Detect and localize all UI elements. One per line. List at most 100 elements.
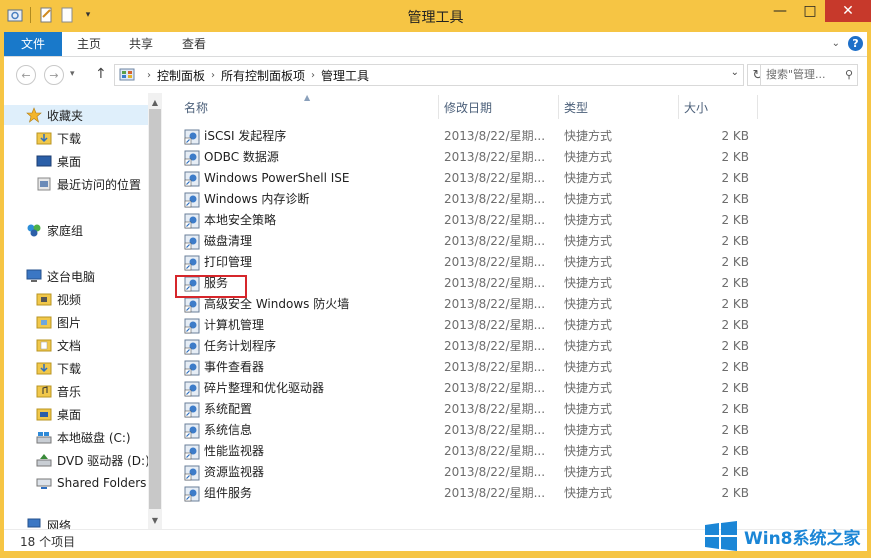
list-item[interactable]: Windows PowerShell ISE 2013/8/22/星期... 快捷方… — [172, 168, 862, 189]
nav-item-dvd-drive[interactable]: DVD 驱动器 (D:) — [36, 450, 150, 470]
file-name[interactable]: 系统信息 — [184, 420, 252, 441]
list-item[interactable]: 组件服务 2013/8/22/星期... 快捷方式 2 KB — [172, 483, 862, 504]
breadcrumb-control-panel[interactable]: 控制面板 — [157, 67, 205, 84]
column-header-size[interactable]: 大小 — [684, 95, 708, 121]
file-name[interactable]: 系统配置 — [184, 399, 252, 420]
nav-item-documents[interactable]: 文档 — [36, 335, 81, 355]
list-item[interactable]: 事件查看器 2013/8/22/星期... 快捷方式 2 KB — [172, 357, 862, 378]
file-name[interactable]: iSCSI 发起程序 — [184, 126, 286, 147]
scroll-up-icon[interactable]: ▲ — [148, 95, 162, 109]
list-item[interactable]: 磁盘清理 2013/8/22/星期... 快捷方式 2 KB — [172, 231, 862, 252]
chevron-right-icon[interactable]: › — [311, 70, 315, 81]
help-icon[interactable]: ? — [848, 36, 863, 51]
nav-item-shared-folders[interactable]: Shared Folders — [36, 473, 146, 493]
nav-item-label: 最近访问的位置 — [57, 177, 142, 192]
file-date: 2013/8/22/星期... — [444, 465, 546, 479]
column-divider[interactable] — [438, 95, 439, 119]
nav-scrollbar[interactable]: ▲ ▼ — [148, 93, 162, 529]
column-divider[interactable] — [678, 95, 679, 119]
list-item[interactable]: 碎片整理和优化驱动器 2013/8/22/星期... 快捷方式 2 KB — [172, 378, 862, 399]
maximize-button[interactable]: □ — [795, 0, 825, 22]
nav-item-videos[interactable]: 视频 — [36, 289, 81, 309]
nav-item-recent-places[interactable]: 最近访问的位置 — [36, 174, 141, 194]
list-item[interactable]: 系统信息 2013/8/22/星期... 快捷方式 2 KB — [172, 420, 862, 441]
file-name-label: 系统信息 — [204, 423, 253, 437]
list-item[interactable]: Windows 内存诊断 2013/8/22/星期... 快捷方式 2 KB — [172, 189, 862, 210]
column-header-date[interactable]: 修改日期 — [444, 95, 492, 121]
file-type: 快捷方式 — [564, 318, 613, 332]
close-button[interactable]: ✕ — [825, 0, 871, 22]
list-item[interactable]: 高级安全 Windows 防火墙 2013/8/22/星期... 快捷方式 2 KB — [172, 294, 862, 315]
column-header-name[interactable]: 名称 — [184, 95, 208, 121]
file-name[interactable]: ODBC 数据源 — [184, 147, 279, 168]
file-size: 2 KB — [721, 129, 749, 143]
list-item[interactable]: 任务计划程序 2013/8/22/星期... 快捷方式 2 KB — [172, 336, 862, 357]
file-name[interactable]: Windows PowerShell ISE — [184, 168, 350, 189]
minimize-button[interactable]: — — [765, 0, 795, 22]
list-item[interactable]: 打印管理 2013/8/22/星期... 快捷方式 2 KB — [172, 252, 862, 273]
file-name[interactable]: 组件服务 — [184, 483, 252, 504]
nav-item-network[interactable]: 网络 — [26, 517, 71, 529]
file-name[interactable]: 磁盘清理 — [184, 231, 252, 252]
nav-item-label: 图片 — [57, 315, 82, 330]
list-item[interactable]: 计算机管理 2013/8/22/星期... 快捷方式 2 KB — [172, 315, 862, 336]
tab-view[interactable]: 查看 — [167, 32, 221, 56]
nav-item-this-pc[interactable]: 这台电脑 — [26, 266, 95, 286]
chevron-right-icon[interactable]: › — [147, 70, 151, 81]
file-name[interactable]: 本地安全策略 — [184, 210, 276, 231]
tab-home[interactable]: 主页 — [62, 32, 116, 56]
sort-ascending-icon: ▲ — [304, 93, 311, 102]
up-button[interactable]: ↑ — [95, 66, 107, 82]
list-item[interactable]: iSCSI 发起程序 2013/8/22/星期... 快捷方式 2 KB — [172, 126, 862, 147]
scroll-down-icon[interactable]: ▼ — [148, 513, 162, 527]
nav-item-homegroup[interactable]: 家庭组 — [26, 220, 83, 240]
nav-item-label: 网络 — [47, 519, 72, 529]
file-date: 2013/8/22/星期... — [444, 213, 546, 227]
list-item[interactable]: 服务 2013/8/22/星期... 快捷方式 2 KB — [172, 273, 862, 294]
column-header-type[interactable]: 类型 — [564, 95, 588, 121]
file-size: 2 KB — [721, 276, 749, 290]
column-divider[interactable] — [558, 95, 559, 119]
file-name[interactable]: 事件查看器 — [184, 357, 264, 378]
address-field[interactable]: › 控制面板 › 所有控制面板项 › 管理工具 ⌄ — [114, 64, 744, 86]
column-divider[interactable] — [757, 95, 758, 119]
nav-item-pictures[interactable]: 图片 — [36, 312, 81, 332]
list-item[interactable]: 资源监视器 2013/8/22/星期... 快捷方式 2 KB — [172, 462, 862, 483]
breadcrumb-admin-tools[interactable]: 管理工具 — [321, 67, 369, 84]
recent-places-icon — [36, 176, 52, 192]
nav-item-desktop[interactable]: 桌面 — [36, 151, 81, 171]
expand-ribbon-icon[interactable]: ⌄ — [832, 38, 840, 49]
nav-item-local-disk[interactable]: 本地磁盘 (C:) — [36, 427, 131, 447]
address-bar-area: ← → ▾ ↑ › 控制面板 › 所有控制面板项 › 管理工具 ⌄ ↻ 搜索"管… — [4, 57, 867, 93]
nav-item-desktop-pc[interactable]: 桌面 — [36, 404, 81, 424]
forward-button[interactable]: → — [44, 65, 64, 85]
file-date: 2013/8/22/星期... — [444, 318, 546, 332]
list-item[interactable]: 性能监视器 2013/8/22/星期... 快捷方式 2 KB — [172, 441, 862, 462]
tab-share[interactable]: 共享 — [114, 32, 168, 56]
address-dropdown-icon[interactable]: ⌄ — [731, 67, 739, 78]
file-name[interactable]: 资源监视器 — [184, 462, 264, 483]
tab-file[interactable]: 文件 — [4, 32, 62, 56]
file-name[interactable]: 碎片整理和优化驱动器 — [184, 378, 324, 399]
scrollbar-thumb[interactable] — [149, 109, 161, 509]
file-name[interactable]: 计算机管理 — [184, 315, 264, 336]
nav-item-music[interactable]: 音乐 — [36, 381, 81, 401]
chevron-right-icon[interactable]: › — [211, 70, 215, 81]
list-item[interactable]: ODBC 数据源 2013/8/22/星期... 快捷方式 2 KB — [172, 147, 862, 168]
search-icon[interactable]: ⚲ — [845, 65, 853, 85]
shortcut-icon — [184, 234, 200, 250]
list-item[interactable]: 本地安全策略 2013/8/22/星期... 快捷方式 2 KB — [172, 210, 862, 231]
file-date: 2013/8/22/星期... — [444, 423, 546, 437]
breadcrumb-all-items[interactable]: 所有控制面板项 — [221, 67, 305, 84]
recent-locations-icon[interactable]: ▾ — [70, 69, 75, 79]
file-name[interactable]: 打印管理 — [184, 252, 252, 273]
list-item[interactable]: 系统配置 2013/8/22/星期... 快捷方式 2 KB — [172, 399, 862, 420]
file-name[interactable]: 任务计划程序 — [184, 336, 276, 357]
file-name[interactable]: 性能监视器 — [184, 441, 264, 462]
nav-item-downloads-pc[interactable]: 下载 — [36, 358, 81, 378]
file-name[interactable]: Windows 内存诊断 — [184, 189, 309, 210]
back-button[interactable]: ← — [16, 65, 36, 85]
nav-item-downloads[interactable]: 下载 — [36, 128, 81, 148]
nav-item-favorites[interactable]: 收藏夹 — [4, 105, 148, 125]
search-input[interactable]: 搜索"管理... ⚲ — [760, 64, 858, 86]
